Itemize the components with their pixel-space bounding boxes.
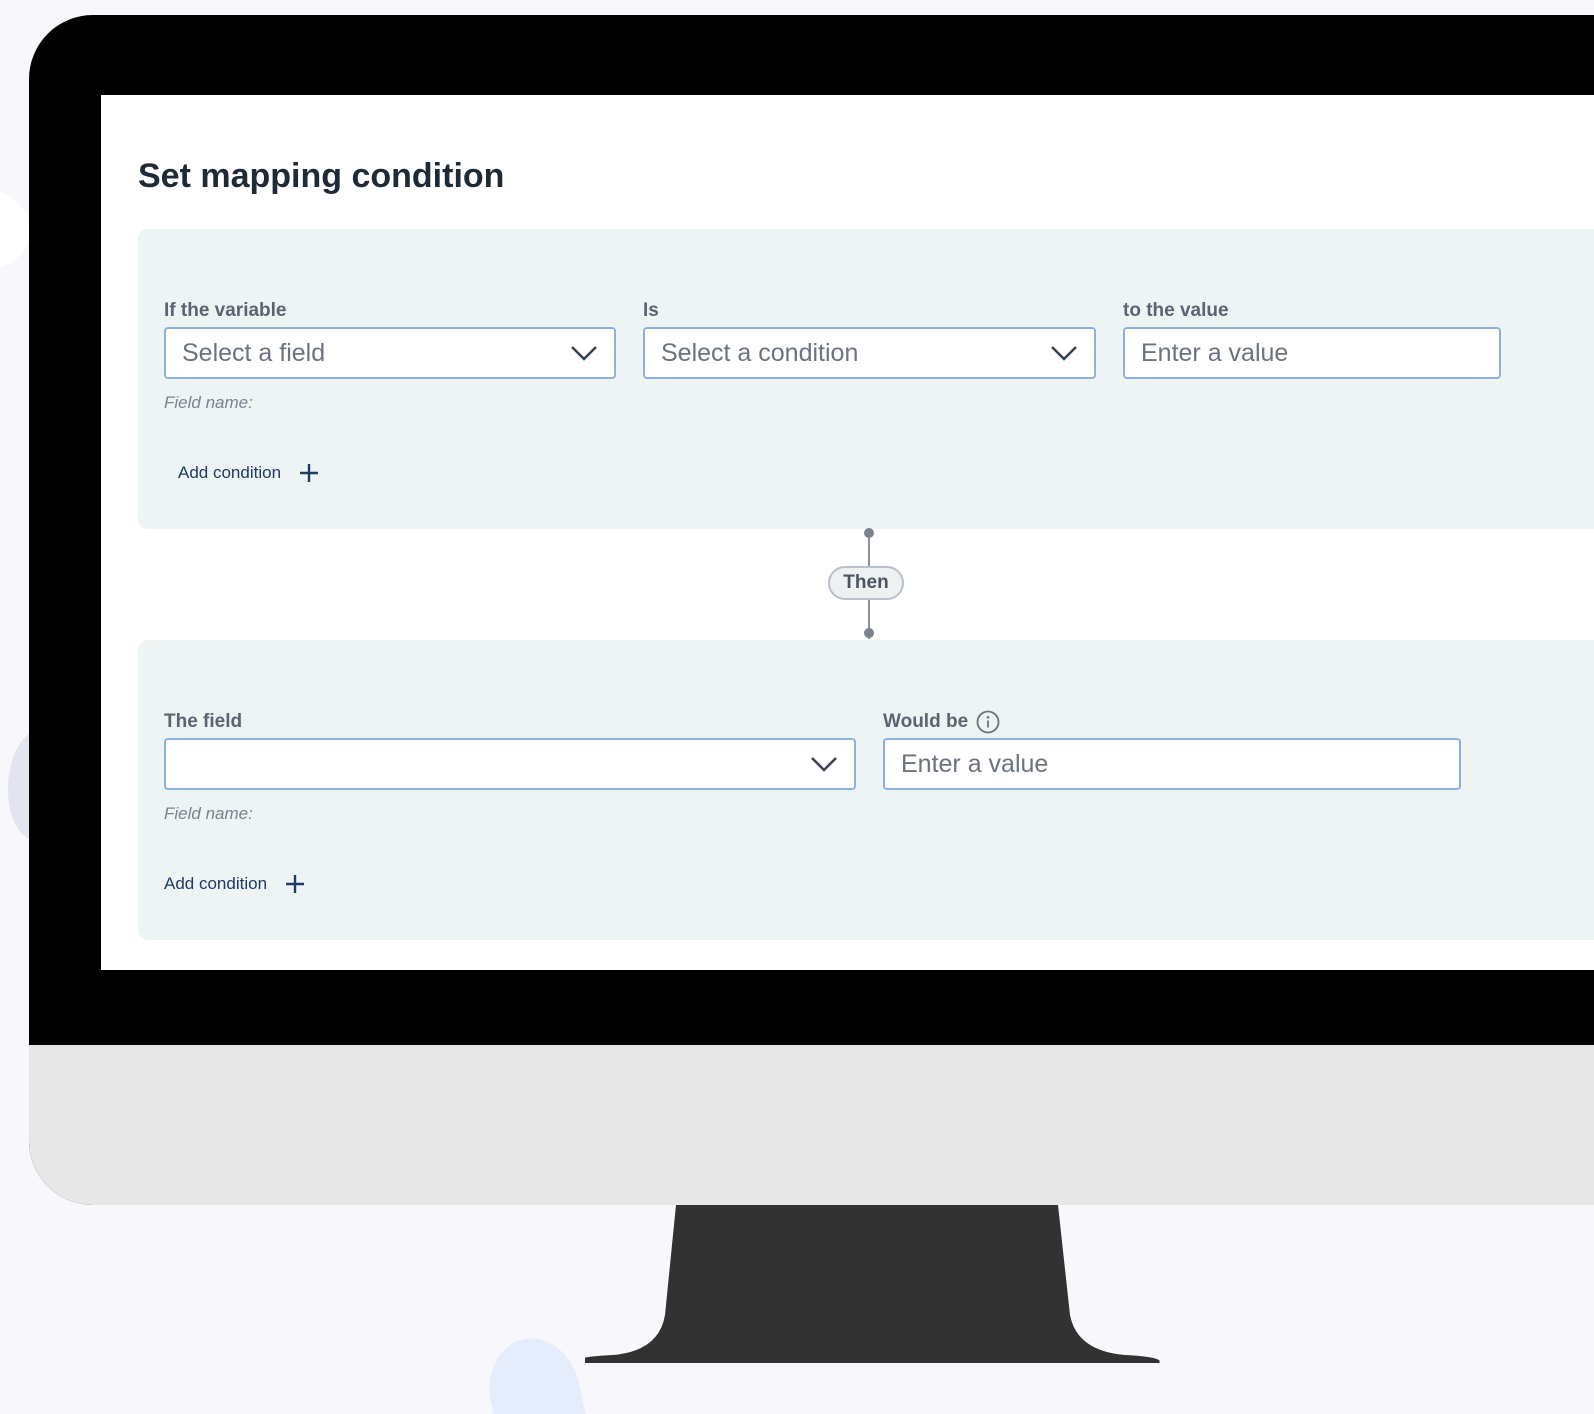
then-connector-label: Then <box>828 566 904 600</box>
connector-dot <box>864 528 874 538</box>
monitor: Set mapping condition If the variable Se… <box>29 15 1594 1205</box>
add-condition-button[interactable]: Add condition <box>164 874 305 894</box>
mapping-condition-dialog: Set mapping condition If the variable Se… <box>101 95 1594 970</box>
page-title: Set mapping condition <box>138 157 505 195</box>
connector-dot <box>864 628 874 638</box>
target-field: The field <box>164 710 856 790</box>
add-condition-button[interactable]: Add condition <box>178 463 319 483</box>
decorative-blob <box>479 1329 591 1414</box>
operator-select[interactable]: Select a condition <box>643 327 1096 379</box>
value-label: to the value <box>1123 300 1229 321</box>
field-name-hint: Field name: <box>164 393 253 412</box>
would-be-input[interactable]: Enter a value <box>883 738 1461 790</box>
would-be-field: Would be Enter a value <box>883 710 1461 790</box>
variable-label: If the variable <box>164 300 287 321</box>
operator-field: Is Select a condition <box>643 299 1096 379</box>
variable-select[interactable]: Select a field <box>164 327 616 379</box>
target-field-select[interactable] <box>164 738 856 790</box>
monitor-stand <box>585 1205 1160 1363</box>
monitor-chin <box>29 1045 1594 1205</box>
value-input[interactable]: Enter a value <box>1123 327 1501 379</box>
field-name-hint: Field name: <box>164 804 253 823</box>
variable-select-placeholder: Select a field <box>182 338 326 367</box>
add-condition-label: Add condition <box>178 463 282 482</box>
would-be-label: Would be <box>883 711 969 732</box>
would-be-input-placeholder: Enter a value <box>901 749 1049 778</box>
info-icon[interactable] <box>976 710 1000 734</box>
variable-field: If the variable Select a field <box>164 299 616 379</box>
plus-icon <box>300 464 319 482</box>
operator-label: Is <box>643 300 659 321</box>
plus-icon <box>286 875 305 893</box>
value-field: to the value Enter a value <box>1123 299 1501 379</box>
add-condition-label: Add condition <box>164 874 268 893</box>
operator-select-placeholder: Select a condition <box>661 338 859 367</box>
value-input-placeholder: Enter a value <box>1141 338 1289 367</box>
decorative-blob <box>0 190 30 270</box>
mockup-stage: Set mapping condition If the variable Se… <box>0 0 1594 1414</box>
would-be-label-row: Would be <box>883 710 1461 734</box>
chevron-down-icon <box>811 757 837 772</box>
chevron-down-icon <box>571 346 597 361</box>
target-field-label: The field <box>164 711 243 732</box>
result-panel: The field Would be Enter a value Field n… <box>138 640 1594 940</box>
condition-panel: If the variable Select a field Is Select… <box>138 229 1594 529</box>
chevron-down-icon <box>1051 346 1077 361</box>
